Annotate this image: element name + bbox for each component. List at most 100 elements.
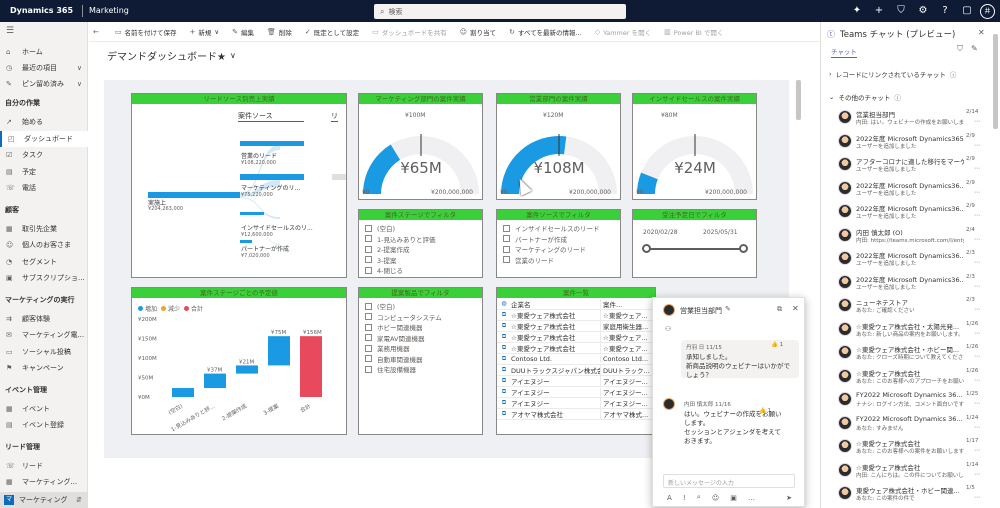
checkbox[interactable] — [503, 256, 510, 264]
reaction-badge[interactable]: 👍 1 — [771, 342, 783, 348]
table-row[interactable]: ⧉ ☆東愛ウェア株式会社 ☆東愛ウェア... — [497, 332, 655, 343]
chat-list-item[interactable]: FY2022 Microsoft Dynamics 36... ナナシ: ログイン… — [821, 389, 991, 412]
more-options-icon[interactable]: ⋯ — [974, 118, 980, 125]
table-row[interactable]: ⧉ アオヤマ株式会社 アオヤマ株式... — [497, 409, 655, 420]
chat-list-item[interactable]: 2022年度 Microsoft Dynamics36... ユーザーを追加しまし… — [821, 178, 991, 201]
more-options-icon[interactable]: ⋯ — [974, 259, 980, 266]
more-options-icon[interactable]: ⋯ — [974, 471, 980, 478]
checkbox[interactable] — [365, 355, 372, 363]
cell-company[interactable]: ☆東愛ウェア株式会社 — [511, 321, 600, 331]
other-chats-section[interactable]: ⌄ その他のチャット ⓘ — [829, 92, 901, 102]
more-options-icon[interactable]: ⋯ — [974, 212, 980, 219]
checkbox[interactable] — [503, 224, 510, 232]
checkbox[interactable] — [365, 323, 372, 331]
more-options-icon[interactable]: ⋯ — [974, 306, 980, 313]
cell-company[interactable]: ☆東愛ウェア株式会社 — [511, 310, 600, 320]
filter-option[interactable]: マーケティングのリード — [497, 244, 620, 255]
command-button[interactable]: 🗑 削除 — [267, 27, 292, 37]
more-options-icon[interactable]: ⋯ — [974, 142, 980, 149]
sankey-target-label[interactable]: パートナーが作成 — [241, 244, 289, 253]
cell-company[interactable]: Contoso Ltd. — [511, 355, 600, 363]
close-icon[interactable]: ✕ — [978, 28, 985, 37]
cell-company[interactable]: アイエヌジー — [511, 376, 600, 386]
chat-list-item[interactable]: ☆東愛ウェア株式会社・ホビー関... あなた: クローズ時期について教えてください… — [821, 342, 991, 365]
checkbox[interactable] — [365, 245, 372, 253]
more-options-icon[interactable]: ⋯ — [974, 283, 980, 290]
send-icon[interactable]: ➤ — [786, 494, 792, 502]
more-options-icon[interactable]: ⋯ — [974, 400, 980, 407]
sidebar-item[interactable]: ▭ ソーシャル投稿 — [0, 344, 88, 360]
cell-opportunity[interactable]: ☆東愛ウェア... — [600, 343, 650, 353]
more-options-icon[interactable]: ⋯ — [974, 424, 980, 431]
filter-option[interactable]: 業務用機器 — [359, 343, 482, 354]
participants-icon[interactable]: ⚇ — [665, 325, 671, 333]
sidebar-item[interactable]: ▣ サブスクリプショ... — [0, 270, 88, 286]
sankey-target-label[interactable]: 営業のリード — [241, 151, 277, 160]
gear-icon[interactable]: ⚙ — [914, 0, 932, 22]
filter-icon[interactable]: ⛉ — [957, 44, 963, 54]
important-icon[interactable]: ! — [683, 494, 686, 502]
date-from[interactable]: 2020/02/28 — [643, 229, 678, 236]
cell-opportunity[interactable]: ☆東愛ウェア... — [600, 332, 650, 342]
cell-company[interactable]: アオヤマ株式会社 — [511, 409, 600, 419]
column-header-company[interactable]: 企業名 — [511, 299, 600, 309]
format-icon[interactable]: A — [667, 494, 672, 502]
chat-list-item[interactable]: ニューネテストア あなた: ご確認ください 2/3 ⋯ — [821, 295, 991, 318]
sidebar-item[interactable]: ▦ 取引先企業 — [0, 221, 88, 237]
message-input[interactable]: 新しいメッセージの入力 — [663, 474, 795, 488]
close-icon[interactable]: ✕ — [792, 304, 799, 313]
tab-chat[interactable]: チャット — [831, 46, 857, 58]
sidebar-item[interactable]: ⌂ ホーム — [0, 44, 88, 60]
date-to[interactable]: 2025/05/31 — [703, 229, 738, 236]
cell-company[interactable]: ☆東愛ウェア株式会社 — [511, 332, 600, 342]
command-button[interactable]: ▥ Power BI で開く — [664, 27, 723, 37]
more-options-icon[interactable]: ⋯ — [974, 353, 980, 360]
command-button[interactable]: ✎ 編集 — [232, 27, 254, 37]
global-search-box[interactable]: ⌕ 検索 — [374, 4, 626, 19]
checkbox[interactable] — [365, 302, 372, 310]
sidebar-item[interactable]: ☺ 個人のお客さま — [0, 237, 88, 253]
sidebar-item[interactable]: ▦ マーケティング... — [0, 474, 88, 490]
cell-opportunity[interactable]: アイエヌジー... — [600, 387, 650, 397]
cell-opportunity[interactable]: 家庭用衛生器... — [600, 321, 650, 331]
help-icon[interactable]: ? — [936, 0, 954, 22]
filter-option[interactable]: パートナーが作成 — [497, 234, 620, 245]
area-switcher[interactable]: マ マーケティング ⇵ — [0, 492, 88, 508]
chat-list-item[interactable]: 営業担当部門 内田: はい。ウェビナーの作成をお願いします。 2/14 ⋯ — [821, 107, 991, 130]
sidebar-item[interactable]: ↗ 始める — [0, 114, 88, 130]
filter-option[interactable]: 営業のリード — [497, 255, 620, 266]
filter-option[interactable]: 1-見込みありと評価 — [359, 234, 482, 245]
checkbox[interactable] — [503, 235, 510, 243]
command-button[interactable]: + 新規 ∨ — [190, 27, 220, 37]
more-options-icon[interactable]: ⋯ — [974, 330, 980, 337]
sidebar-item[interactable]: ☏ リード — [0, 458, 88, 474]
hamburger-icon[interactable]: ☰ — [6, 26, 14, 36]
sidebar-item[interactable]: ✎ ピン留め済み ∨ — [0, 76, 88, 92]
chat-list-item[interactable]: 東愛ウェア株式会社・ホビー関連... あなた: この案件の件で 1/5 ⋯ — [821, 483, 991, 506]
command-button[interactable]: ← — [93, 28, 102, 36]
filter-option[interactable]: 4-閉じる — [359, 265, 482, 276]
checkbox[interactable] — [365, 224, 372, 232]
sidebar-item[interactable]: ◔ セグメント — [0, 254, 88, 270]
app-brand[interactable]: Dynamics 365 — [10, 0, 73, 22]
sidebar-item[interactable]: ☑ タスク — [0, 147, 88, 163]
sidebar-item[interactable]: ⚑ キャンペーン — [0, 360, 88, 376]
chat-icon[interactable]: ▢ — [958, 0, 976, 22]
gif-icon[interactable]: ▣ — [730, 494, 737, 502]
panel-scrollbar[interactable] — [993, 34, 998, 129]
checkbox[interactable] — [365, 313, 372, 321]
chat-list-item[interactable]: アフターコロナに適した移行をマーケテ...ユーザーを追加しました2/9⋯ — [821, 154, 991, 177]
chat-list-item[interactable]: 2022年度 Microsoft Dynamics36... ユーザーを追加しまし… — [821, 248, 991, 271]
filter-option[interactable]: 家電AV関連機器 — [359, 333, 482, 344]
cell-opportunity[interactable]: ☆東愛ウェア... — [600, 310, 650, 320]
chat-list-item[interactable]: ☆東愛ウェア株式会社 内田: こんにちは。この件についてお願いします 1/14 ⋯ — [821, 460, 991, 483]
sankey-column-header-2[interactable]: リ — [331, 111, 338, 122]
cell-company[interactable]: アイエヌジー — [511, 387, 600, 397]
filter-option[interactable]: 自動車関連機器 — [359, 354, 482, 365]
filter-option[interactable]: ホビー関連機器 — [359, 322, 482, 333]
chat-list-item[interactable]: ☆東愛ウェア株式会社 あなた: このお客様への案件をお願いします 1/17 ⋯ — [821, 436, 991, 459]
more-options-icon[interactable]: ⋯ — [974, 189, 980, 196]
cell-opportunity[interactable]: アオヤマ株式... — [600, 409, 650, 419]
column-header-opportunity[interactable]: 案件... — [600, 298, 650, 309]
filter-option[interactable]: 2-提案作成 — [359, 244, 482, 255]
